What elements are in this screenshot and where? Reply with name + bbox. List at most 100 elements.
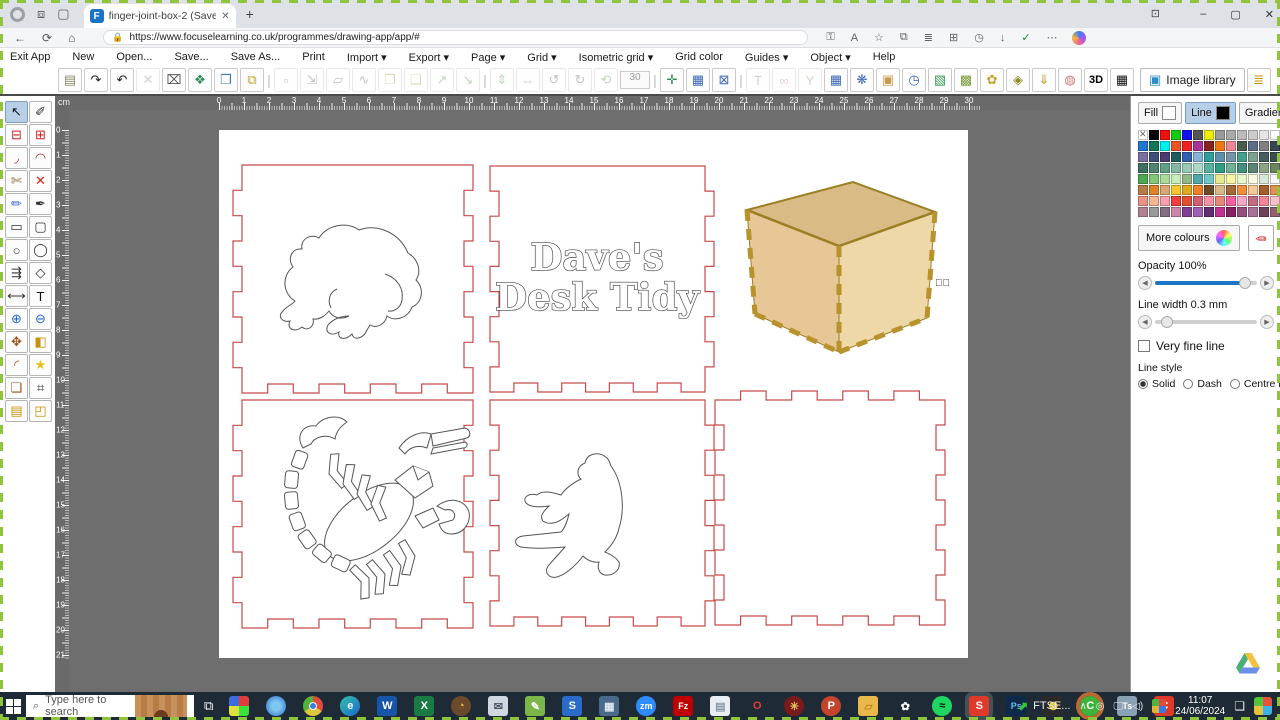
rubiks-app-icon[interactable] xyxy=(229,696,250,716)
colour-swatch[interactable] xyxy=(1237,174,1247,184)
very-fine-line-checkbox[interactable] xyxy=(1138,340,1150,352)
undo-icon[interactable]: ↶ xyxy=(110,68,134,92)
colour-swatch[interactable] xyxy=(1237,141,1247,151)
more-menu-icon[interactable]: ⋯ xyxy=(1047,31,1058,44)
teams-tray-icon[interactable]: ◎ xyxy=(1096,701,1105,712)
colour-swatch[interactable] xyxy=(1138,185,1148,195)
colour-swatch[interactable] xyxy=(1215,196,1225,206)
isometric-grid-icon[interactable]: ⊠ xyxy=(712,68,736,92)
colour-swatch[interactable] xyxy=(1171,163,1181,173)
snagit-app-icon[interactable]: S xyxy=(965,692,994,720)
zoom-in-tool[interactable]: ⊕ xyxy=(5,308,28,330)
browser-essentials-icon[interactable]: ✓ xyxy=(1021,31,1030,44)
colour-swatch[interactable] xyxy=(1149,130,1159,140)
add-node-tool[interactable]: ⊞ xyxy=(29,124,52,146)
colour-swatch[interactable] xyxy=(1259,196,1269,206)
drawing-page[interactable]: Dave's Desk Tidy ⊳⃞ xyxy=(219,130,968,658)
colour-swatch[interactable] xyxy=(1226,196,1236,206)
colour-swatch[interactable] xyxy=(1193,130,1203,140)
new-tab-button[interactable]: + xyxy=(246,6,254,22)
fill-button[interactable]: Fill xyxy=(1138,102,1183,124)
colour-swatch[interactable] xyxy=(1215,163,1225,173)
workspaces-icon[interactable]: ⧈ xyxy=(37,6,45,22)
browser-tab[interactable]: F finger-joint-box-2 (Saved on Go ✕ xyxy=(83,4,236,28)
colour-swatch[interactable] xyxy=(1171,207,1181,217)
colour-swatch[interactable] xyxy=(1149,163,1159,173)
send-to-device-icon[interactable]: ⊡ xyxy=(1151,7,1160,20)
close-button[interactable]: ✕ xyxy=(1265,8,1274,21)
colour-swatch[interactable] xyxy=(1248,207,1258,217)
crop-tool[interactable]: ⌗ xyxy=(29,377,52,399)
sticky-notes-app-icon[interactable]: ▤ xyxy=(710,696,731,716)
colour-swatch[interactable] xyxy=(1171,196,1181,206)
file-explorer-icon[interactable]: ▱ xyxy=(858,696,879,716)
line-width-increase-button[interactable]: ▶ xyxy=(1260,315,1274,329)
knife-tool[interactable]: ✄ xyxy=(5,170,28,192)
menu-page--[interactable]: Page ▾ xyxy=(460,51,516,64)
colour-swatch[interactable] xyxy=(1215,152,1225,162)
zoom-app-icon[interactable]: zm xyxy=(636,696,657,716)
taskbar-search[interactable]: ⌕ Type here to search xyxy=(26,694,194,718)
colour-swatch[interactable] xyxy=(1226,163,1236,173)
rotate-angle-input[interactable]: 30 xyxy=(620,71,650,89)
edge-icon[interactable]: e xyxy=(340,696,361,716)
colour-swatch[interactable] xyxy=(1226,141,1236,151)
downloads-icon[interactable]: ↓ xyxy=(1000,32,1006,44)
colour-swatch[interactable] xyxy=(1270,141,1280,151)
pencil-tool[interactable]: ✏ xyxy=(5,193,28,215)
paint-app-icon[interactable]: ◔ xyxy=(451,696,472,716)
ninja-drawing[interactable] xyxy=(515,453,623,578)
star-tool[interactable]: ★ xyxy=(29,354,52,376)
colour-swatch[interactable] xyxy=(1237,130,1247,140)
colour-swatch[interactable] xyxy=(1149,152,1159,162)
colour-swatch[interactable] xyxy=(1171,130,1181,140)
colored-app-tray-icon[interactable] xyxy=(1152,699,1167,713)
split-screen-icon[interactable]: ⧉ xyxy=(900,31,908,44)
colour-swatch[interactable] xyxy=(1270,163,1280,173)
colour-swatch[interactable] xyxy=(1248,141,1258,151)
title-text-line1[interactable]: Dave's xyxy=(530,234,665,279)
colour-swatch[interactable] xyxy=(1226,185,1236,195)
read-aloud-icon[interactable]: A xyxy=(851,32,858,44)
colour-swatch[interactable] xyxy=(1259,141,1269,151)
sublime-app-icon[interactable]: S xyxy=(562,696,583,716)
colour-swatch[interactable] xyxy=(1215,207,1225,217)
notes-green-app-icon[interactable]: ✎ xyxy=(525,696,546,716)
opacity-slider[interactable] xyxy=(1155,277,1257,289)
line-button[interactable]: Line xyxy=(1185,102,1236,124)
colour-swatch[interactable] xyxy=(1182,196,1192,206)
polygon-tool[interactable]: ◇ xyxy=(29,262,52,284)
colour-swatch[interactable] xyxy=(1193,185,1203,195)
colour-swatch[interactable] xyxy=(1138,207,1148,217)
colour-swatch[interactable] xyxy=(1160,185,1170,195)
colour-swatch[interactable] xyxy=(1182,141,1192,151)
colour-swatch[interactable] xyxy=(1226,174,1236,184)
tab-actions-icon[interactable]: ▢ xyxy=(57,6,69,22)
menu-object--[interactable]: Object ▾ xyxy=(799,51,861,64)
import-down-icon[interactable]: ⇓ xyxy=(1032,68,1056,92)
pan-tool[interactable]: ✥ xyxy=(5,331,28,353)
powerpoint-icon[interactable]: P xyxy=(821,696,842,716)
menu-import--[interactable]: Import ▾ xyxy=(336,51,398,64)
spotify-icon[interactable]: ≈ xyxy=(932,696,953,716)
colour-swatch[interactable] xyxy=(1204,130,1214,140)
mail-app-icon[interactable]: ✉ xyxy=(488,696,509,716)
opera-app-icon[interactable]: O xyxy=(747,696,768,716)
select-tool[interactable]: ↖ xyxy=(5,101,28,123)
colour-swatch[interactable] xyxy=(1215,174,1225,184)
colour-swatch[interactable] xyxy=(1160,141,1170,151)
colour-swatch[interactable] xyxy=(1237,152,1247,162)
delete-tool[interactable]: ✕ xyxy=(29,170,52,192)
insert-image-icon[interactable]: ▧ xyxy=(928,68,952,92)
colour-swatch[interactable] xyxy=(1193,174,1203,184)
colour-swatch[interactable] xyxy=(1259,130,1269,140)
colour-swatch[interactable] xyxy=(1259,163,1269,173)
tab-close-icon[interactable]: ✕ xyxy=(221,11,229,22)
colour-swatch[interactable] xyxy=(1248,196,1258,206)
colour-swatch[interactable] xyxy=(1149,207,1159,217)
maximize-button[interactable]: ▢ xyxy=(1230,8,1240,21)
colour-swatch[interactable] xyxy=(1160,196,1170,206)
colour-swatch[interactable] xyxy=(1193,196,1203,206)
pattern-tool[interactable]: ▤ xyxy=(5,400,28,422)
menu-save---[interactable]: Save... xyxy=(163,51,219,63)
